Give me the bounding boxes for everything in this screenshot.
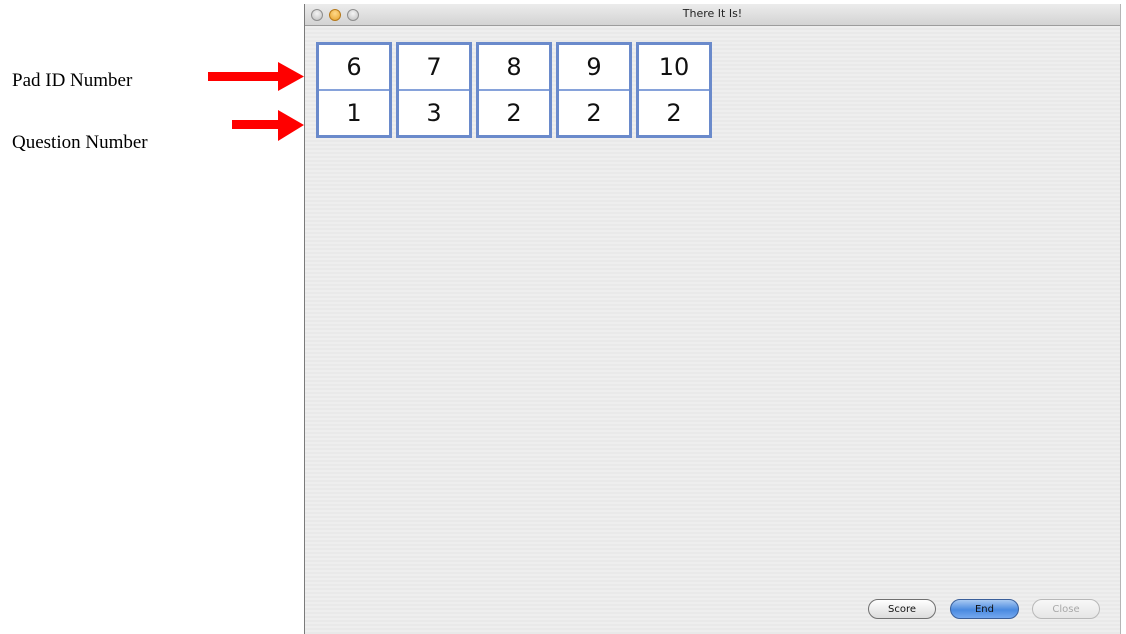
close-button[interactable]: Close: [1032, 599, 1100, 619]
question-number-cell: 2: [639, 91, 709, 135]
pad-card: 10 2: [636, 42, 712, 138]
window-content: 6 1 7 3 8 2 9 2 10 2: [305, 26, 1120, 634]
pad-grid: 6 1 7 3 8 2 9 2 10 2: [316, 42, 715, 138]
score-button[interactable]: Score: [868, 599, 936, 619]
question-number-label: Question Number: [12, 132, 148, 153]
question-number-cell: 2: [479, 91, 549, 135]
question-number-cell: 1: [319, 91, 389, 135]
question-number-cell: 3: [399, 91, 469, 135]
pad-id-arrow-icon: [208, 62, 304, 91]
app-window: There It Is! 6 1 7 3 8 2 9 2 10 2 Score …: [304, 4, 1121, 634]
pad-id-cell: 9: [559, 45, 629, 91]
title-bar[interactable]: There It Is!: [305, 4, 1120, 26]
window-title: There It Is!: [682, 7, 743, 20]
pad-id-cell: 8: [479, 45, 549, 91]
pad-card: 8 2: [476, 42, 552, 138]
end-button[interactable]: End: [950, 599, 1019, 619]
question-number-cell: 2: [559, 91, 629, 135]
pad-card: 9 2: [556, 42, 632, 138]
pad-card: 6 1: [316, 42, 392, 138]
pad-id-cell: 7: [399, 45, 469, 91]
question-number-arrow-icon: [232, 110, 304, 141]
pad-id-number-label: Pad ID Number: [12, 70, 133, 91]
pad-id-cell: 6: [319, 45, 389, 91]
pad-id-cell: 10: [639, 45, 709, 91]
pad-card: 7 3: [396, 42, 472, 138]
